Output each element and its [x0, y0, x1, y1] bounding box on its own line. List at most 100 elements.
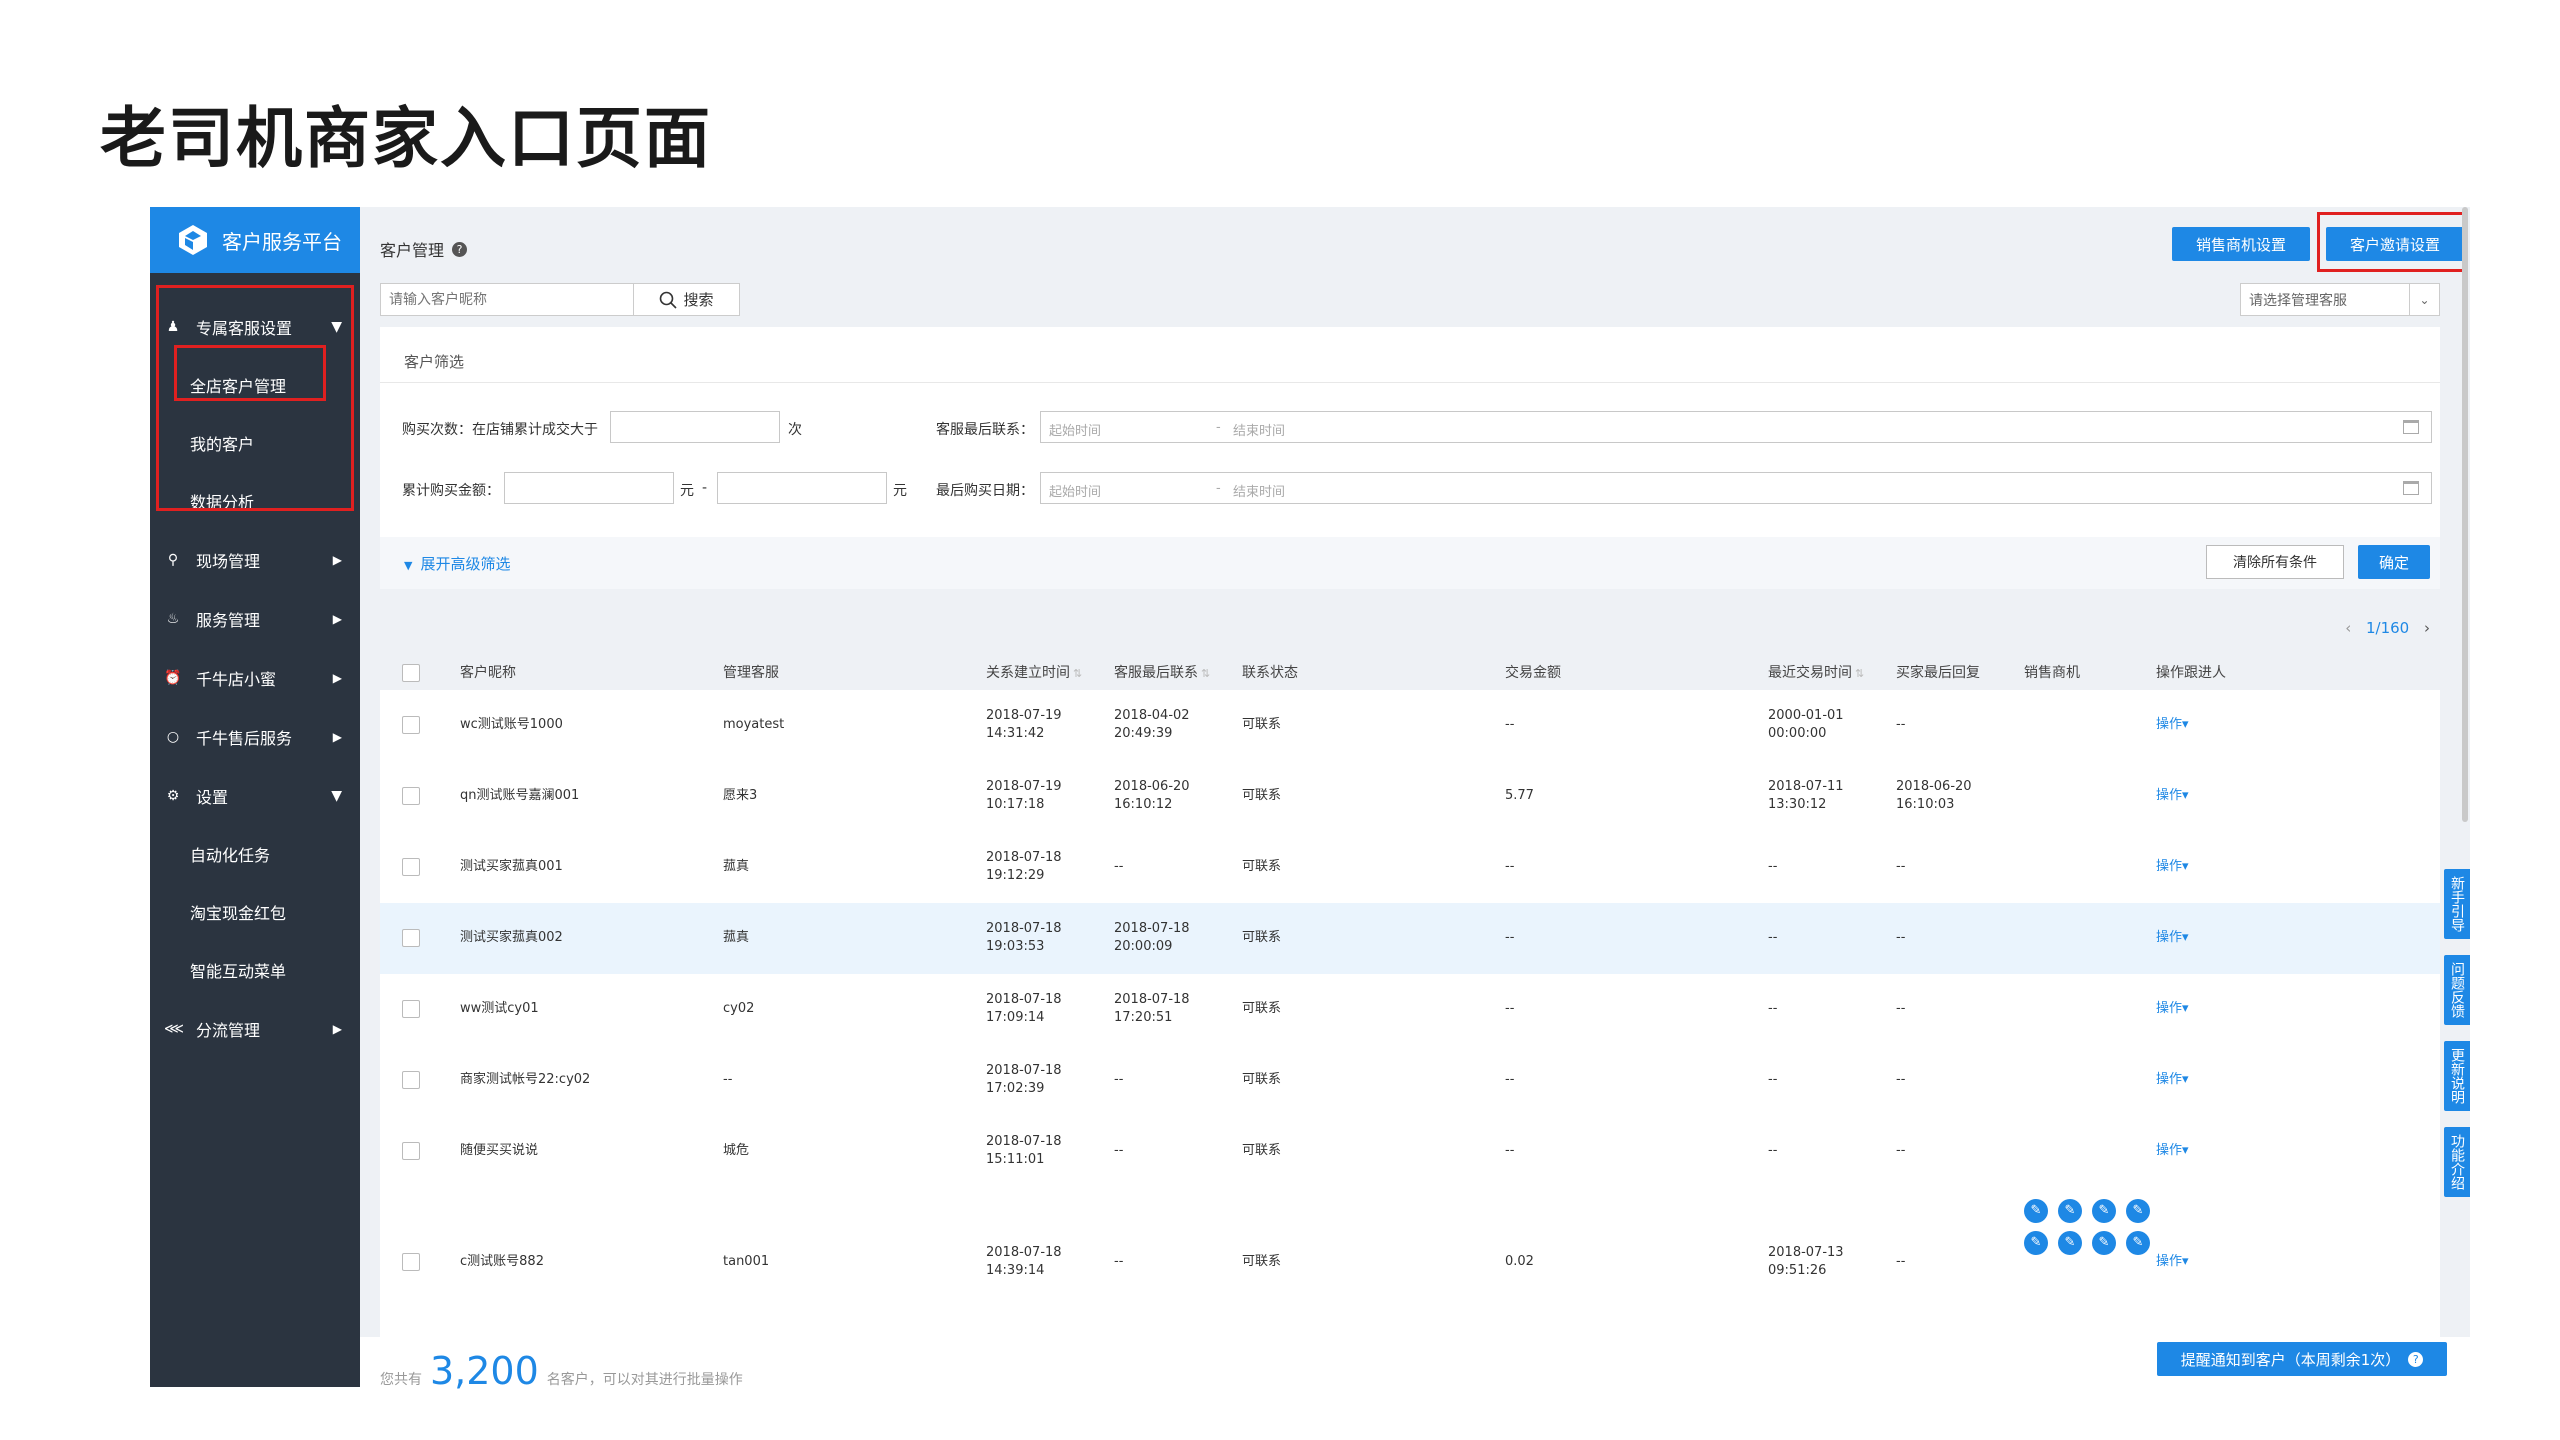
- menu-item-service[interactable]: ♨ 服务管理 ▶: [150, 589, 360, 648]
- contact-status: 可联系: [1242, 930, 1282, 945]
- col-agent: 管理客服: [723, 665, 779, 681]
- confirm-button[interactable]: 确定: [2358, 545, 2430, 579]
- manager-agent: 愿来3: [723, 788, 758, 803]
- row-checkbox[interactable]: [402, 858, 420, 876]
- edit-opportunity-icon[interactable]: ✎: [2092, 1231, 2116, 1255]
- tab-feature-intro[interactable]: 功能介绍: [2444, 1127, 2470, 1197]
- table-row[interactable]: qn测试账号嘉澜001 愿来3 2018-07-19 10:17:18 2018-06-…: [380, 761, 2440, 832]
- brand-header[interactable]: 客户服务平台: [150, 207, 360, 273]
- menu-item-aftersales[interactable]: ○ 千牛售后服务 ▶: [150, 707, 360, 766]
- operation-dropdown[interactable]: 操作▾: [2156, 1253, 2189, 1271]
- col-last-trade-time[interactable]: 最近交易时间 ⇅: [1768, 664, 1864, 683]
- edit-opportunity-icon[interactable]: ✎: [2058, 1231, 2082, 1255]
- col-contact-status: 联系状态: [1242, 665, 1298, 681]
- agent-select[interactable]: 请选择管理客服 ⌄: [2240, 283, 2440, 316]
- sub-item-all-customers[interactable]: 全店客户管理: [150, 356, 360, 414]
- alarm-icon: ⏰: [164, 669, 182, 686]
- trade-amount: 5.77: [1505, 788, 1534, 803]
- amount-min-input[interactable]: [504, 472, 674, 504]
- table-row[interactable]: 测试买家菰真002 菰真 2018-07-18 19:03:53 2018-07-18 2…: [380, 903, 2440, 974]
- sub-item-smart-menu[interactable]: 智能互动菜单: [150, 941, 360, 999]
- edit-opportunity-icon[interactable]: ✎: [2058, 1199, 2082, 1223]
- tab-changelog[interactable]: 更新说明: [2444, 1041, 2470, 1111]
- menu-item-onsite[interactable]: ⚲ 现场管理 ▶: [150, 530, 360, 589]
- row-checkbox[interactable]: [402, 787, 420, 805]
- table-row[interactable]: wc测试账号1000 moyatest 2018-07-19 14:31:42 2018…: [380, 690, 2440, 761]
- sub-label: 全店客户管理: [190, 377, 287, 396]
- row-checkbox[interactable]: [402, 1253, 420, 1271]
- table-row[interactable]: 随便买买说说 城危 2018-07-18 15:11:01 -- 可联系 -- -- -- 操作▾: [380, 1116, 2440, 1187]
- trade-amount: 0.02: [1505, 1254, 1534, 1269]
- contact-status: 可联系: [1242, 1072, 1282, 1087]
- tab-feedback[interactable]: 问题反馈: [2444, 955, 2470, 1025]
- row-checkbox[interactable]: [402, 1071, 420, 1089]
- last-buy-date-range[interactable]: 起始时间 - 结束时间: [1040, 472, 2432, 504]
- caret-down-icon: ▼: [404, 559, 413, 572]
- menu-label: 服务管理: [196, 610, 261, 630]
- chevron-left-icon[interactable]: ‹: [2345, 619, 2351, 637]
- manager-agent: moyatest: [723, 717, 785, 732]
- edit-opportunity-icon[interactable]: ✎: [2126, 1199, 2150, 1223]
- sub-item-my-customers[interactable]: 我的客户: [150, 414, 360, 472]
- tab-newbie-guide[interactable]: 新手引导: [2444, 869, 2470, 939]
- operation-dropdown[interactable]: 操作▾: [2156, 1071, 2189, 1089]
- menu-item-routing[interactable]: ⋘ 分流管理 ▶: [150, 999, 360, 1058]
- buyer-last-reply: --: [1896, 1254, 1906, 1269]
- trade-amount: --: [1505, 1072, 1515, 1087]
- search-button-label: 搜索: [683, 291, 714, 309]
- search-input[interactable]: [381, 284, 634, 315]
- operation-dropdown[interactable]: 操作▾: [2156, 1000, 2189, 1018]
- caret-down-icon: ▼: [331, 318, 342, 335]
- edit-opportunity-icon[interactable]: ✎: [2024, 1199, 2048, 1223]
- amount-max-input[interactable]: [717, 472, 887, 504]
- edit-opportunity-icon[interactable]: ✎: [2092, 1199, 2116, 1223]
- select-all-checkbox[interactable]: [402, 664, 420, 682]
- clear-conditions-button[interactable]: 清除所有条件: [2206, 545, 2344, 579]
- calendar-icon: [2403, 481, 2419, 495]
- sub-item-data-analysis[interactable]: 数据分析: [150, 472, 360, 530]
- page-title: 客户管理 ?: [380, 237, 468, 261]
- search-button[interactable]: 搜索: [634, 284, 739, 315]
- filter-footer: ▼ 展开高级筛选 清除所有条件 确定: [380, 537, 2440, 589]
- menu-item-vip-service[interactable]: ♟ 专属客服设置 ▼: [150, 297, 360, 356]
- menu-item-qianniu-assistant[interactable]: ⏰ 千牛店小蜜 ▶: [150, 648, 360, 707]
- sidebar: 客户服务平台 ♟ 专属客服设置 ▼ 全店客户管理 我的客户 数据分析 ⚲ 现场管…: [150, 207, 360, 1337]
- row-checkbox[interactable]: [402, 929, 420, 947]
- table-row[interactable]: 商家测试帐号22:cy02 -- 2018-07-18 17:02:39 -- 可联系 --…: [380, 1045, 2440, 1116]
- customer-invite-settings-button[interactable]: 客户邀请设置: [2326, 227, 2464, 261]
- sub-item-cash-redpacket[interactable]: 淘宝现金红包: [150, 883, 360, 941]
- edit-opportunity-icon[interactable]: ✎: [2024, 1231, 2048, 1255]
- notify-customers-button[interactable]: 提醒通知到客户（本周剩余1次） ?: [2157, 1342, 2447, 1376]
- table-row[interactable]: 测试买家菰真001 菰真 2018-07-18 19:12:29 -- 可联系 -- -- --…: [380, 832, 2440, 903]
- operation-dropdown[interactable]: 操作▾: [2156, 787, 2189, 805]
- help-icon[interactable]: ?: [452, 241, 468, 257]
- expand-advanced-filter-link[interactable]: ▼ 展开高级筛选: [404, 553, 510, 574]
- trade-amount: --: [1505, 1001, 1515, 1016]
- sales-opportunity-settings-button[interactable]: 销售商机设置: [2172, 227, 2310, 261]
- last-contact-date-range[interactable]: 起始时间 - 结束时间: [1040, 411, 2432, 443]
- sub-item-automation[interactable]: 自动化任务: [150, 825, 360, 883]
- row-checkbox[interactable]: [402, 1000, 420, 1018]
- last-contact-time-date: 2018-07-18: [1114, 921, 1190, 936]
- table-row[interactable]: c测试账号882 tan001 2018-07-18 14:39:14 -- 可联系 0.0…: [380, 1187, 2440, 1337]
- buyer-last-reply: --: [1896, 930, 1906, 945]
- last-contact-time: 2018-07-18 20:00:09: [1114, 920, 1190, 956]
- row-checkbox[interactable]: [402, 716, 420, 734]
- edit-opportunity-icon[interactable]: ✎: [2126, 1231, 2150, 1255]
- table-row[interactable]: ww测试cy01 cy02 2018-07-18 17:09:14 2018-07-18…: [380, 974, 2440, 1045]
- operation-dropdown[interactable]: 操作▾: [2156, 716, 2189, 734]
- contact-status: 可联系: [1242, 1001, 1282, 1016]
- col-nickname: 客户昵称: [460, 665, 516, 681]
- col-relation-time[interactable]: 关系建立时间 ⇅: [986, 664, 1082, 683]
- operation-dropdown[interactable]: 操作▾: [2156, 929, 2189, 947]
- end-time-placeholder: 结束时间: [1233, 424, 1286, 439]
- operation-dropdown[interactable]: 操作▾: [2156, 858, 2189, 876]
- row-checkbox[interactable]: [402, 1142, 420, 1160]
- scrollbar[interactable]: [2462, 207, 2468, 822]
- menu-item-settings[interactable]: ⚙ 设置 ▼: [150, 766, 360, 825]
- chevron-right-icon[interactable]: ›: [2424, 619, 2430, 637]
- operation-dropdown[interactable]: 操作▾: [2156, 1142, 2189, 1160]
- search-icon: [660, 291, 678, 309]
- col-last-contact[interactable]: 客服最后联系 ⇅: [1114, 664, 1210, 683]
- buy-count-input[interactable]: [610, 411, 780, 443]
